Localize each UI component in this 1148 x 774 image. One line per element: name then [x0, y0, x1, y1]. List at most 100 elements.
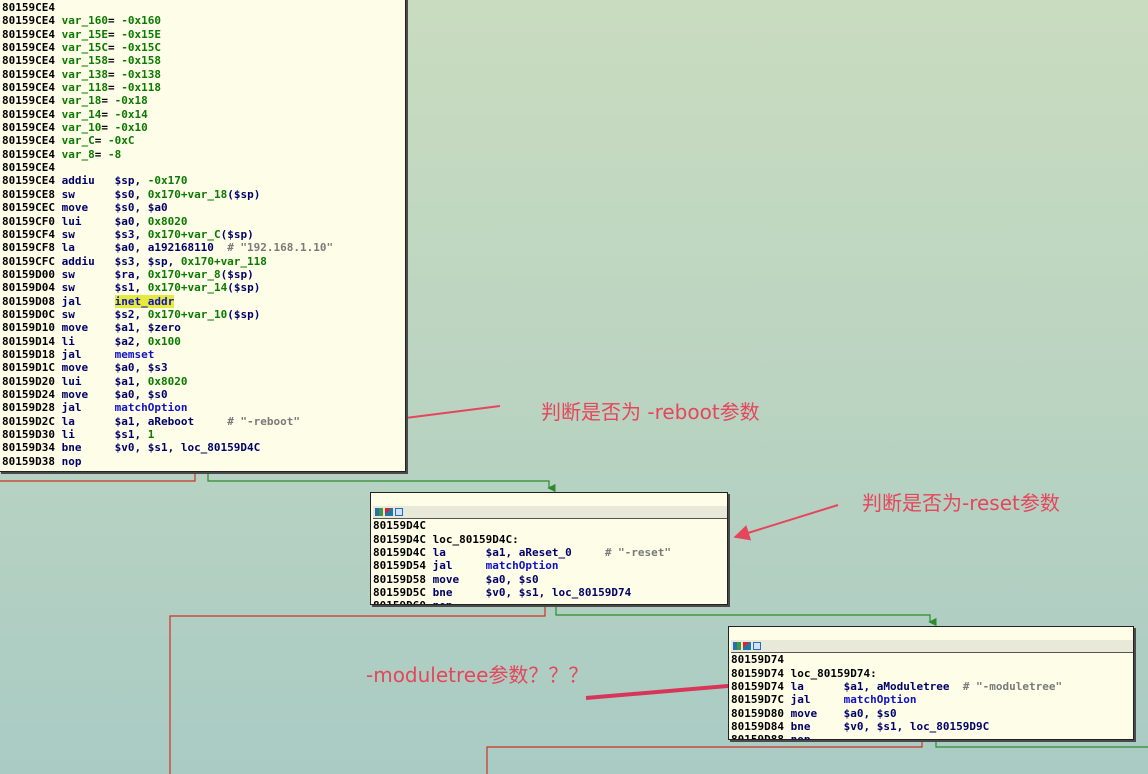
code-line[interactable]: 80159D30 li $s1, 1 [2, 428, 405, 441]
code-line[interactable]: 80159CE4 var_8= -8 [2, 148, 405, 161]
code-token: $a1, [114, 374, 148, 388]
code-line[interactable]: 80159CE4 var_15C= -0x15C [2, 41, 405, 54]
code-token: $s2, [114, 307, 148, 321]
code-line[interactable]: 80159D60 nop [373, 599, 727, 604]
code-line[interactable]: 80159D2C la $a1, aReboot # "-reboot" [2, 415, 405, 428]
code-line[interactable]: 80159CE4 var_138= -0x138 [2, 68, 405, 81]
code-line[interactable]: 80159D74 [731, 653, 1133, 666]
address: 80159CE8 [2, 187, 55, 201]
code-token: var_10 [61, 121, 102, 135]
code-line[interactable]: 80159D38 nop [2, 455, 405, 468]
graph-icon[interactable] [375, 508, 383, 517]
code-line[interactable]: 80159D74 la $a1, aModuletree # "-modulet… [731, 680, 1133, 693]
code-token: $a1, aReboot [114, 414, 228, 428]
code-line[interactable]: 80159D18 jal memset [2, 348, 405, 361]
code-token: $s1, [114, 428, 148, 441]
code-line[interactable]: 80159D80 move $a0, $s0 [731, 707, 1133, 720]
code-line[interactable]: 80159D7C jal matchOption [731, 693, 1133, 706]
code-line[interactable]: 80159D58 move $a0, $s0 [373, 573, 727, 586]
function-ref[interactable]: memset [115, 348, 155, 361]
code-token: = [107, 81, 122, 95]
annotation-reset: 判断是否为-reset参数 [862, 491, 1060, 515]
code-line[interactable]: 80159D0C sw $s2, 0x170+var_10($sp) [2, 308, 405, 321]
code-line[interactable]: 80159D4C loc_80159D4C: [373, 533, 727, 546]
code-line[interactable]: 80159CE4 var_C= -0xC [2, 134, 405, 147]
graph-icon[interactable] [733, 642, 741, 651]
code-line[interactable]: 80159D14 li $a2, 0x100 [2, 335, 405, 348]
address: 80159D1C [2, 361, 55, 375]
code-line[interactable]: 80159CE4 var_118= -0x118 [2, 81, 405, 94]
code-line[interactable]: 80159CE8 sw $s0, 0x170+var_18($sp) [2, 188, 405, 201]
code-line[interactable]: 80159D24 move $a0, $s0 [2, 388, 405, 401]
code-line[interactable]: 80159CE4 [2, 161, 405, 174]
code-token: li [54, 334, 115, 348]
block-titlebar[interactable] [373, 506, 727, 520]
code-line[interactable]: 80159D74 loc_80159D74: [731, 667, 1133, 680]
code-line[interactable]: 80159CE4 var_14= -0x14 [2, 108, 405, 121]
code-line[interactable]: 80159CE4 addiu $sp, -0x170 [2, 174, 405, 187]
code-line[interactable]: 80159CF0 lui $a0, 0x8020 [2, 215, 405, 228]
code-token: move [783, 706, 844, 720]
code-line[interactable]: 80159D4C la $a1, aReset_0 # "-reset" [373, 546, 727, 559]
code-block-80159CE4[interactable]: 80159CE4 80159CE4 var_160= -0x160 80159CE4… [0, 0, 406, 472]
code-token: $a2, [114, 334, 148, 348]
edge-block3-false [486, 740, 923, 774]
code-line[interactable]: 80159CE4 var_15E= -0x15E [2, 28, 405, 41]
function-ref[interactable]: matchOption [486, 559, 559, 572]
code-block-loc_80159D4C[interactable]: 80159D4C 80159D4C loc_80159D4C: 80159D4C l… [370, 492, 728, 605]
code-line[interactable]: 80159CF4 sw $s3, 0x170+var_C($sp) [2, 228, 405, 241]
code-token: $s0, $a0 [114, 201, 168, 215]
chart-icon[interactable] [385, 508, 393, 517]
code-line[interactable]: 80159CE4 [2, 1, 405, 14]
code-line[interactable]: 80159D00 sw $ra, 0x170+var_8($sp) [2, 268, 405, 281]
window-icon[interactable] [753, 642, 761, 651]
code-line[interactable]: 80159D88 nop [731, 733, 1133, 739]
chart-icon[interactable] [743, 642, 751, 651]
function-ref[interactable]: inet_addr [114, 294, 175, 308]
code-line[interactable]: 80159CFC addiu $s3, $sp, 0x170+var_118 [2, 255, 405, 268]
code-token: var_15C [61, 41, 108, 55]
code-line[interactable]: 80159D84 bne $v0, $s1, loc_80159D9C [731, 720, 1133, 733]
address: 80159CE4 [2, 174, 55, 188]
code-token: sw [54, 307, 115, 321]
code-line[interactable]: 80159CE4 var_158= -0x158 [2, 54, 405, 67]
code-line[interactable]: 80159D5C bne $v0, $s1, loc_80159D74 [373, 586, 727, 599]
code-line[interactable]: 80159CE4 var_160= -0x160 [2, 14, 405, 27]
address: 80159CE4 [2, 1, 55, 14]
code-block-loc_80159D74[interactable]: 80159D74 80159D74 loc_80159D74: 80159D74 l… [728, 626, 1134, 740]
function-ref[interactable]: matchOption [115, 401, 188, 414]
code-line[interactable]: 80159CF8 la $a0, a192168110 # "192.168.1… [2, 241, 405, 254]
function-ref[interactable]: matchOption [844, 693, 917, 706]
annotation-moduletree: -moduletree参数？？？ [366, 663, 589, 687]
code-token: move [54, 387, 115, 401]
block-titlebar[interactable] [731, 640, 1133, 654]
code-line[interactable]: 80159CE4 var_10= -0x10 [2, 121, 405, 134]
code-line[interactable]: 80159D4C [373, 519, 727, 532]
code-token: var_15E [61, 27, 108, 41]
address: 80159D2C [2, 414, 55, 428]
code-line[interactable]: 80159D1C move $a0, $s3 [2, 361, 405, 374]
code-token: = [94, 147, 108, 161]
address: 80159CE4 [2, 41, 55, 55]
window-icon[interactable] [395, 508, 403, 517]
code-token: 0x8020 [147, 374, 188, 388]
code-line[interactable]: 80159D10 move $a1, $zero [2, 321, 405, 334]
code-line[interactable]: 80159D08 jal inet_addr [2, 294, 405, 308]
code-token: loc_80159D4C: [425, 532, 519, 546]
code-line[interactable]: 80159CE4 var_18= -0x18 [2, 94, 405, 107]
code-line[interactable]: 80159D28 jal matchOption [2, 401, 405, 414]
code-line[interactable]: 80159CEC move $s0, $a0 [2, 201, 405, 214]
code-line[interactable]: 80159D34 bne $v0, $s1, loc_80159D4C [2, 441, 405, 454]
code-token: var_138 [61, 67, 108, 81]
code-line[interactable]: 80159D20 lui $a1, 0x8020 [2, 375, 405, 388]
code-line[interactable]: 80159D54 jal matchOption [373, 559, 727, 572]
code-token: lui [54, 214, 115, 228]
code-token: ($sp) [227, 307, 261, 321]
code-token: 0x170+var_18 [147, 187, 228, 201]
code-line[interactable]: 80159D04 sw $s1, 0x170+var_14($sp) [2, 281, 405, 294]
code-token: $a0, a192168110 [114, 241, 228, 255]
code-token: $s3, [114, 227, 148, 241]
